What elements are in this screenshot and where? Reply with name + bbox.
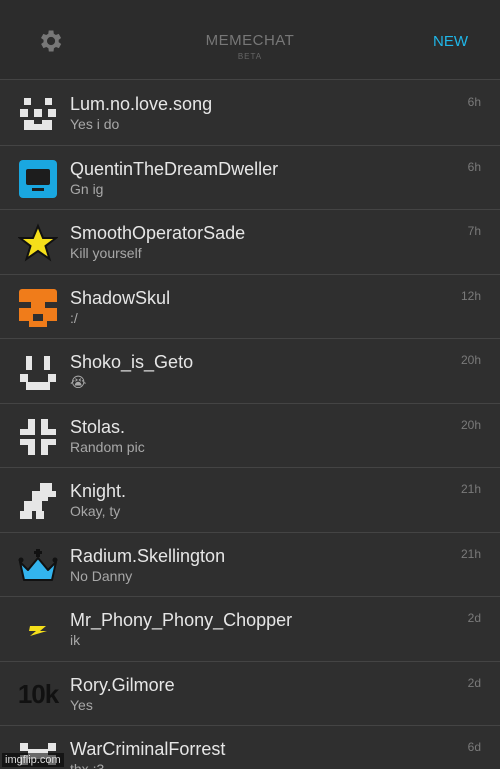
- chat-time: 20h: [460, 353, 481, 367]
- chat-last-message: thx :3: [70, 761, 105, 769]
- star-avatar-icon: [18, 223, 58, 262]
- chat-row[interactable]: QuentinTheDreamDweller Gn ig 6h: [0, 145, 500, 210]
- chat-time: 20h: [460, 417, 481, 432]
- chat-name: Radium.Skellington: [70, 545, 226, 566]
- app-subtitle: BETA: [237, 52, 263, 61]
- smile-face-avatar-icon: [20, 356, 56, 390]
- cross-blocks-avatar-icon: [20, 418, 56, 455]
- chat-row[interactable]: ShadowSkul :/ 12h: [0, 274, 500, 339]
- chat-time: 6d: [467, 740, 481, 754]
- app-title-block: MEMECHAT BETA: [150, 32, 350, 61]
- chat-last-message: Okay, ty: [70, 503, 121, 519]
- chat-last-message: Random pic: [70, 438, 145, 455]
- chat-time: 12h: [460, 288, 481, 303]
- 10k-text-avatar-icon: 10k: [17, 675, 59, 715]
- crown-avatar-icon: [18, 548, 58, 581]
- chat-name: WarCriminalForrest: [70, 739, 226, 759]
- chat-list: Lum.no.love.song Yes i do 6h QuentinTheD…: [0, 81, 500, 769]
- chat-row[interactable]: Lum.no.love.song Yes i do 6h: [0, 81, 500, 146]
- chat-name: Stolas.: [70, 416, 126, 437]
- chat-time: 2d: [467, 675, 481, 690]
- new-chat-button[interactable]: NEW: [433, 33, 468, 50]
- chat-row[interactable]: WarCriminalForrest thx :3 6d: [0, 726, 500, 769]
- chat-row[interactable]: Knight. Okay, ty 21h: [0, 468, 500, 533]
- chat-name: SmoothOperatorSade: [70, 223, 246, 243]
- chat-list-screen: MEMECHAT BETA NEW Lum.no.love.song Yes i…: [0, 0, 500, 769]
- chat-row[interactable]: Shoko_is_Geto 😭 20h: [0, 339, 500, 404]
- watermark: imgflip.com: [2, 753, 64, 767]
- skull-face-avatar-icon: [20, 98, 56, 130]
- app-header: MEMECHAT BETA NEW: [0, 0, 500, 80]
- chat-name: Knight.: [70, 481, 127, 501]
- chat-last-message: Gn ig: [70, 180, 104, 197]
- chat-time: 2d: [467, 611, 481, 625]
- chat-row[interactable]: SmoothOperatorSade Kill yourself 7h: [0, 210, 500, 275]
- chat-last-message: Kill yourself: [70, 245, 142, 261]
- chat-time: 21h: [460, 482, 481, 496]
- orange-skull-avatar-icon: [19, 288, 57, 327]
- blue-monitor-avatar-icon: [19, 159, 57, 198]
- lightning-avatar-icon: [29, 626, 47, 636]
- gear-icon[interactable]: [36, 27, 64, 55]
- chat-time: 6h: [467, 95, 481, 109]
- chat-name: Lum.no.love.song: [70, 94, 213, 114]
- chat-time: 21h: [460, 546, 481, 561]
- chat-last-message: :/: [70, 309, 78, 326]
- knight-pixel-avatar-icon: [20, 483, 56, 519]
- chat-time: 7h: [467, 224, 481, 238]
- chat-name: Shoko_is_Geto: [70, 352, 194, 372]
- chat-row[interactable]: Stolas. Random pic 20h: [0, 403, 500, 468]
- chat-last-message: Yes i do: [70, 116, 120, 132]
- chat-name: Rory.Gilmore: [70, 674, 175, 695]
- chat-name: Mr_Phony_Phony_Chopper: [70, 610, 293, 630]
- chat-last-message: ik: [70, 632, 81, 648]
- chat-row[interactable]: 10k Rory.Gilmore Yes 2d: [0, 661, 500, 726]
- chat-last-message: No Danny: [70, 567, 133, 584]
- chat-name: QuentinTheDreamDweller: [70, 158, 279, 179]
- app-title: MEMECHAT: [205, 32, 295, 49]
- chat-time: 6h: [467, 159, 481, 174]
- avatar-text: 10k: [17, 679, 59, 709]
- chat-row[interactable]: Mr_Phony_Phony_Chopper ik 2d: [0, 597, 500, 662]
- chat-last-message: Yes: [70, 696, 93, 713]
- chat-last-message: 😭: [70, 374, 87, 390]
- chat-row[interactable]: Radium.Skellington No Danny 21h: [0, 532, 500, 597]
- chat-name: ShadowSkul: [70, 287, 171, 308]
